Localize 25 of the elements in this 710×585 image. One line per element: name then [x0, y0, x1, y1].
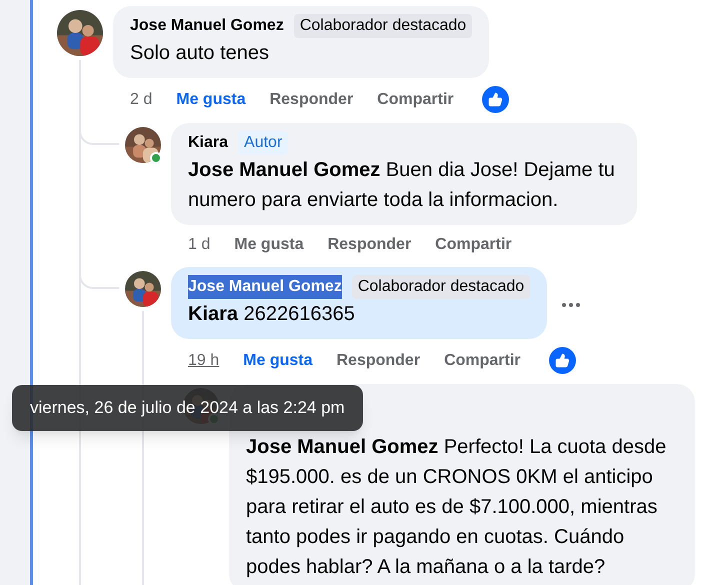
author-badge: Autor — [238, 131, 288, 155]
like-button[interactable]: Me gusta — [234, 233, 304, 257]
reply-button[interactable]: Responder — [336, 348, 420, 372]
comment-text: Jose Manuel Gomez Buen dia Jose! Dejame tu numero para enviarte toda la informacion. — [188, 158, 616, 213]
comment-text: Solo auto tenes — [130, 41, 270, 66]
author-badge: Colaborador destacado — [294, 14, 472, 38]
author-name[interactable]: Kiara — [188, 131, 228, 155]
like-reaction-icon[interactable] — [482, 86, 509, 113]
like-button[interactable]: Me gusta — [176, 88, 246, 112]
author-name[interactable]: Jose Manuel Gomez — [130, 14, 284, 38]
author-badge: Colaborador destacado — [352, 275, 530, 299]
timestamp-link[interactable]: 19 h — [188, 348, 220, 372]
timestamp-link[interactable]: 2 d — [130, 88, 152, 112]
like-button[interactable]: Me gusta — [243, 348, 312, 372]
date-tooltip: viernes, 26 de julio de 2024 a las 2:24 pm — [12, 385, 363, 430]
reply-button[interactable]: Responder — [328, 233, 412, 257]
share-button[interactable]: Compartir — [377, 88, 454, 112]
comment-text: Kiara 2622616365 — [188, 302, 356, 327]
share-button[interactable]: Compartir — [435, 233, 512, 257]
share-button[interactable]: Compartir — [444, 348, 521, 372]
timestamp-link[interactable]: 1 d — [188, 233, 210, 257]
reply-button[interactable]: Responder — [270, 88, 354, 112]
author-name[interactable]: Jose Manuel Gomez — [188, 275, 342, 299]
comment-text: Jose Manuel Gomez Perfecto! La cuota desde $195.000. es de un CRONOS 0KM el anticipo para retirar el auto es de $7.100.000, mientras tanto podes ir pagando en cuotas. Cuándo podes hablar? A la mañana o a la tarde? — [246, 435, 668, 580]
like-reaction-icon[interactable] — [548, 347, 576, 374]
